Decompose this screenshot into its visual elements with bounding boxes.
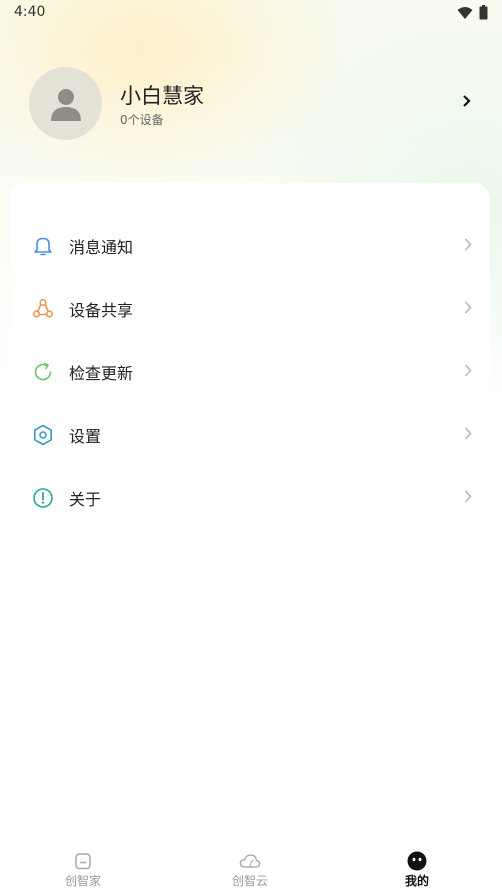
battery-icon [479, 5, 488, 24]
menu-item-notifications[interactable]: 消息通知 [0, 214, 502, 277]
chevron-right-icon [464, 425, 472, 444]
tab-mine[interactable]: 我的 [367, 841, 467, 893]
status-bar: 4:40 [0, 0, 502, 26]
chevron-right-icon [464, 299, 472, 318]
menu-label: 设置 [69, 426, 102, 446]
menu-item-check-update[interactable]: 检查更新 [0, 340, 502, 403]
status-icons [457, 5, 488, 24]
home-icon [72, 851, 94, 871]
info-icon [32, 487, 54, 509]
tab-label: 创智家 [64, 874, 101, 888]
chevron-right-icon[interactable] [462, 93, 472, 112]
settings-menu: 消息通知 设备共享 检查更新 设置 关于 [0, 214, 502, 529]
tab-cloud[interactable]: 创智云 [200, 841, 300, 893]
mine-icon [406, 851, 428, 871]
cloud-icon [239, 851, 261, 871]
menu-label: 设备共享 [69, 300, 134, 320]
profile-header[interactable]: 小白慧家 0个设备 [0, 62, 502, 146]
gear-icon [32, 424, 54, 446]
profile-name: 小白慧家 [120, 84, 204, 108]
refresh-icon [32, 361, 54, 383]
chevron-right-icon [464, 362, 472, 381]
chevron-right-icon [464, 488, 472, 507]
menu-label: 消息通知 [69, 237, 134, 257]
menu-label: 关于 [69, 489, 102, 509]
user-icon [50, 88, 81, 121]
chevron-right-icon [464, 236, 472, 255]
bell-icon [32, 235, 54, 257]
menu-label: 检查更新 [69, 363, 134, 383]
menu-item-settings[interactable]: 设置 [0, 403, 502, 466]
status-time: 4:40 [14, 4, 46, 20]
tab-label: 创智云 [231, 874, 268, 888]
tab-home[interactable]: 创智家 [33, 841, 133, 893]
bottom-tab-bar: 创智家 创智云 我的 [0, 841, 502, 893]
share-icon [32, 298, 54, 320]
tab-label: 我的 [404, 874, 429, 888]
menu-item-device-share[interactable]: 设备共享 [0, 277, 502, 340]
menu-item-about[interactable]: 关于 [0, 466, 502, 529]
device-count: 0个设备 [120, 113, 164, 127]
wifi-icon [457, 5, 473, 24]
avatar[interactable] [29, 67, 102, 140]
